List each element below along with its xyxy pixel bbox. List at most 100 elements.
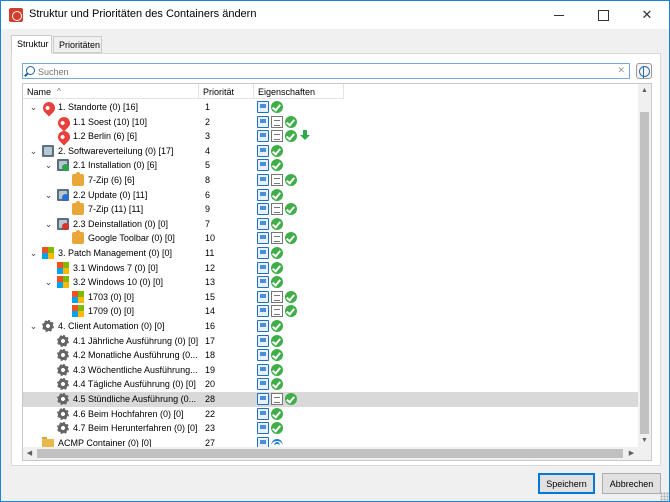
row-label: 1. Standorte (0) [16] — [58, 102, 139, 112]
client-computer-icon — [257, 174, 269, 186]
tree-row[interactable]: ⌄ 2. Softwareverteilung (0) [17] 4 — [23, 144, 638, 159]
row-priority: 15 — [205, 291, 216, 302]
active-check-icon — [271, 247, 283, 259]
tree-row[interactable]: 4.5 Stündliche Ausführung (0... 28 — [23, 392, 638, 407]
tree-row[interactable]: ⌄ 3.2 Windows 10 (0) [0] 13 — [23, 275, 638, 290]
tree-row[interactable]: 4.4 Tägliche Ausführung (0) [0] 20 — [23, 377, 638, 392]
active-check-icon — [271, 101, 283, 113]
vertical-scroll-thumb[interactable] — [640, 112, 649, 434]
client-computer-icon — [257, 130, 269, 143]
tree-row[interactable]: 4.6 Beim Hochfahren (0) [0] 22 — [23, 407, 638, 422]
expand-toggle-icon[interactable]: ⌄ — [29, 145, 38, 157]
expand-toggle-icon[interactable]: ⌄ — [29, 320, 38, 332]
scroll-up-arrow-icon[interactable]: ▲ — [638, 84, 651, 97]
close-button[interactable]: ✕ — [625, 1, 669, 29]
client-computer-icon — [257, 115, 269, 128]
query-list-icon — [271, 174, 283, 186]
row-priority: 6 — [205, 189, 211, 200]
tree-row[interactable]: ⌄ 2.1 Installation (0) [6] 5 — [23, 158, 638, 173]
client-computer-icon — [257, 349, 269, 362]
minimize-button[interactable] — [537, 1, 581, 29]
column-header-priority[interactable]: Priorität — [199, 84, 254, 99]
column-header-name[interactable]: Name ^ — [23, 84, 199, 99]
active-check-icon — [271, 276, 283, 289]
active-check-icon — [271, 320, 283, 332]
expand-toggle-icon[interactable]: ⌄ — [44, 218, 53, 230]
tab-struktur[interactable]: Struktur — [11, 35, 52, 54]
active-check-icon — [271, 261, 283, 274]
windows-logo-icon — [72, 290, 84, 303]
expand-toggle-icon[interactable]: ⌄ — [29, 101, 38, 113]
search-input[interactable] — [38, 66, 618, 77]
clear-search-icon[interactable]: ✕ — [617, 65, 625, 76]
query-list-icon — [271, 305, 283, 318]
scroll-right-arrow-icon[interactable]: ▶ — [625, 447, 638, 460]
client-computer-icon — [257, 232, 269, 245]
tree-row[interactable]: Google Toolbar (0) [0] 10 — [23, 230, 638, 246]
gear-icon — [57, 349, 69, 362]
tree-row[interactable]: 4.2 Monatliche Ausführung (0... 18 — [23, 348, 638, 363]
active-check-icon — [271, 422, 283, 435]
tree-row[interactable]: ⌄ 2.2 Update (0) [11] 6 — [23, 188, 638, 203]
row-priority: 23 — [205, 423, 216, 434]
gear-icon — [42, 320, 54, 332]
row-priority: 8 — [205, 175, 211, 185]
resize-grip[interactable] — [660, 492, 669, 501]
expand-toggle-icon[interactable]: ⌄ — [44, 276, 53, 288]
row-label: 2.2 Update (0) [11] — [73, 189, 148, 200]
tab-prioritaeten[interactable]: Prioritäten — [53, 36, 102, 53]
active-check-icon — [285, 115, 297, 128]
active-check-icon — [285, 174, 297, 186]
globe-button[interactable] — [636, 63, 652, 79]
structure-tree: Name ^ Priorität Eigenschaften ⌄ 1. Stando… — [22, 83, 652, 461]
query-list-icon — [271, 393, 283, 405]
save-button[interactable]: Speichern — [538, 473, 595, 494]
maximize-button[interactable] — [581, 1, 625, 29]
windows-logo-icon — [57, 276, 69, 289]
client-computer-icon — [257, 188, 269, 201]
scroll-left-arrow-icon[interactable]: ◀ — [23, 447, 36, 460]
vertical-scrollbar[interactable]: ▲ ▼ — [638, 84, 651, 460]
search-icon — [26, 66, 35, 75]
column-header-properties[interactable]: Eigenschaften — [254, 84, 344, 99]
tree-row[interactable]: 4.3 Wöchentliche Ausführung... 19 — [23, 363, 638, 378]
tree-row[interactable]: 4.7 Beim Herunterfahren (0) [0] 23 — [23, 421, 638, 436]
expand-toggle-icon[interactable]: ⌄ — [44, 159, 53, 171]
tree-row[interactable]: ⌄ 1. Standorte (0) [16] 1 — [23, 100, 638, 117]
active-check-icon — [285, 305, 297, 318]
row-priority: 9 — [205, 204, 211, 215]
gear-icon — [57, 334, 69, 347]
expand-toggle-icon[interactable]: ⌄ — [44, 189, 53, 201]
row-priority: 2 — [205, 116, 211, 127]
software-package-icon — [72, 230, 84, 245]
client-computer-icon — [257, 217, 269, 230]
expand-toggle-icon[interactable]: ⌄ — [29, 247, 38, 259]
row-priority: 17 — [205, 335, 216, 346]
tree-row[interactable]: 1703 (0) [0] 15 — [23, 290, 638, 305]
tree-row[interactable]: ⌄ 3. Patch Management (0) [0] 11 — [23, 246, 638, 261]
cancel-button[interactable]: Abbrechen — [602, 473, 661, 494]
tree-row[interactable]: 1709 (0) [0] 14 — [23, 304, 638, 319]
dialog-window: Struktur und Prioritäten des Containers … — [0, 0, 670, 502]
gear-icon — [57, 363, 69, 376]
tree-row[interactable]: 4.1 Jährliche Ausführung (0) [0] 17 — [23, 334, 638, 349]
tree-row[interactable]: ⌄ 4. Client Automation (0) [0] 16 — [23, 319, 638, 334]
scroll-down-arrow-icon[interactable]: ▼ — [638, 434, 651, 447]
tree-row[interactable]: ⌄ 2.3 Deinstallation (0) [0] 7 — [23, 217, 638, 232]
row-label: 3. Patch Management (0) [0] — [58, 248, 173, 258]
tree-row[interactable]: 1.2 Berlin (6) [6] 3 — [23, 128, 638, 146]
row-label: Google Toolbar (0) [0] — [88, 233, 175, 244]
horizontal-scrollbar[interactable]: ◀ ▶ — [23, 447, 638, 460]
horizontal-scroll-thumb[interactable] — [37, 449, 623, 458]
window-title: Struktur und Prioritäten des Containers … — [29, 8, 257, 20]
row-priority: 13 — [205, 277, 216, 288]
client-computer-icon — [257, 159, 269, 172]
client-computer-icon — [257, 261, 269, 274]
title-bar: Struktur und Prioritäten des Containers … — [1, 1, 669, 29]
tree-row[interactable]: 7-Zip (11) [11] 9 — [23, 201, 638, 217]
tree-row[interactable]: 3.1 Windows 7 (0) [0] 12 — [23, 261, 638, 276]
row-label: 4.6 Beim Hochfahren (0) [0] — [73, 408, 184, 419]
download-icon — [299, 130, 311, 142]
tree-row[interactable]: 1.1 Soest (10) [10] 2 — [23, 114, 638, 132]
tree-row[interactable]: 7-Zip (6) [6] 8 — [23, 172, 638, 188]
